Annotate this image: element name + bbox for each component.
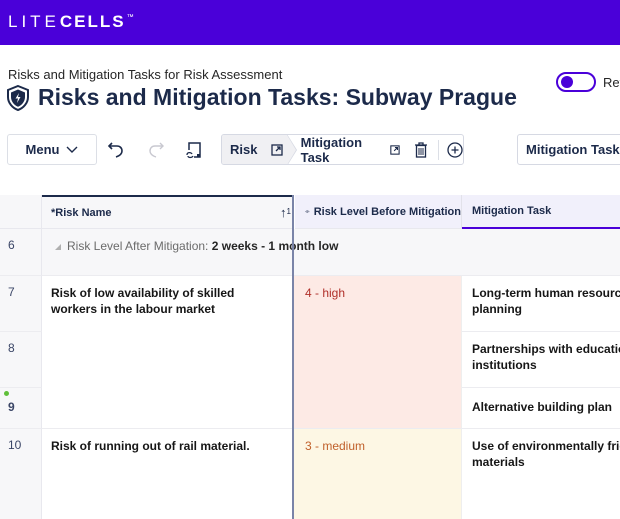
risk-name-cell[interactable]: Risk of low availability of skilled work… xyxy=(42,276,292,429)
breadcrumb-risk-label: Risk xyxy=(230,142,258,157)
risk-level-cell[interactable]: 4 - high xyxy=(294,276,462,429)
row-number[interactable]: 10 xyxy=(0,429,42,519)
add-button[interactable] xyxy=(447,141,463,158)
toolbar: Menu Risk Mitigation Task Mitigation Tas… xyxy=(0,134,620,165)
frozen-column-divider[interactable] xyxy=(292,195,294,519)
toggle-knob xyxy=(561,76,573,88)
chevron-down-icon xyxy=(66,146,78,153)
task-text: institutions xyxy=(472,358,537,372)
row-number[interactable]: 8 xyxy=(0,332,42,388)
column-header-mitigation-task[interactable]: Mitigation Task xyxy=(462,195,620,229)
mitigation-task-cell[interactable]: Alternative building plan xyxy=(462,388,620,429)
sort-order-number: 1 xyxy=(286,207,291,216)
collapse-triangle-icon[interactable] xyxy=(55,244,61,250)
status-dot xyxy=(4,391,9,396)
task-text: Alternative building plan xyxy=(472,400,613,414)
open-external-icon[interactable] xyxy=(271,143,284,156)
group-row-value: 2 weeks - 1 month low xyxy=(211,239,339,253)
review-toggle[interactable] xyxy=(556,72,596,92)
mitigation-task-cell[interactable]: Long-term human resources planning xyxy=(462,276,620,332)
eye-icon xyxy=(305,210,310,213)
sync-button[interactable] xyxy=(182,138,206,162)
task-text: Use of environmentally frien xyxy=(472,439,620,453)
column-header-risk-name[interactable]: *Risk Name ↑ 1 xyxy=(42,195,293,229)
redo-icon xyxy=(149,142,164,158)
mitigation-task-cell[interactable]: Use of environmentally frien materials xyxy=(462,429,620,519)
column-header-risk-name-label: *Risk Name xyxy=(51,206,112,219)
review-toggle-label: Rev xyxy=(603,74,620,90)
group-row[interactable]: Risk Level After Mitigation: 2 weeks - 1… xyxy=(42,229,620,276)
review-toggle-group: Rev xyxy=(556,72,620,92)
sort-ascending-icon[interactable]: ↑ 1 xyxy=(280,205,291,220)
mitigation-task-select-label: Mitigation Task: xyxy=(526,142,620,157)
breadcrumb-task-label: Mitigation Task xyxy=(300,134,363,165)
task-text: Partnerships with education xyxy=(472,342,620,356)
row-number-header xyxy=(0,195,42,229)
task-text: planning xyxy=(472,302,522,316)
shield-lightning-icon xyxy=(7,84,29,111)
menu-button[interactable]: Menu xyxy=(7,134,97,165)
column-header-risk-level-before-label: Risk Level Before Mitigation xyxy=(313,205,461,218)
plus-circle-icon xyxy=(447,141,463,158)
risk-level-cell[interactable]: 3 - medium xyxy=(294,429,462,519)
page-title: Risks and Mitigation Tasks: Subway Pragu… xyxy=(38,84,517,110)
trash-icon xyxy=(415,141,428,158)
risk-name-cell[interactable]: Risk of running out of rail material. xyxy=(42,429,292,519)
column-header-risk-level-before[interactable]: Risk Level Before Mitigation xyxy=(295,195,462,229)
row-number[interactable]: 6 xyxy=(0,229,42,276)
row-number-label: 9 xyxy=(8,400,15,414)
page-title-row: Risks and Mitigation Tasks: Subway Pragu… xyxy=(6,84,517,111)
logo-cells-text: CELLS xyxy=(59,12,126,31)
top-bar: LITE CELLS ™ xyxy=(0,0,620,45)
mitigation-task-cell[interactable]: Partnerships with education institutions xyxy=(462,332,620,388)
logo-trademark: ™ xyxy=(126,14,134,21)
breadcrumb: Risk Mitigation Task xyxy=(221,134,464,165)
breadcrumb-mitigation-task[interactable]: Mitigation Task xyxy=(287,135,401,164)
sync-icon xyxy=(186,142,201,159)
open-external-icon[interactable] xyxy=(390,144,400,156)
undo-button[interactable] xyxy=(104,138,128,162)
data-grid: *Risk Name ↑ 1 Risk Level Before Mitigati… xyxy=(0,195,620,519)
menu-button-label: Menu xyxy=(25,142,60,157)
column-header-mitigation-task-label: Mitigation Task xyxy=(472,205,552,217)
task-text: materials xyxy=(472,455,525,469)
logo-lite-text: LITE xyxy=(8,12,60,31)
breadcrumb-risk[interactable]: Risk xyxy=(222,135,297,164)
breadcrumb-divider xyxy=(438,139,439,160)
litecells-logo[interactable]: LITE CELLS ™ xyxy=(8,12,134,32)
delete-button[interactable] xyxy=(414,141,428,158)
page-subtitle: Risks and Mitigation Tasks for Risk Asse… xyxy=(8,67,283,82)
task-text: Long-term human resources xyxy=(472,286,620,300)
undo-icon xyxy=(107,142,123,158)
redo-button[interactable] xyxy=(144,138,168,162)
mitigation-task-select[interactable]: Mitigation Task: xyxy=(517,134,620,165)
row-number[interactable]: 7 xyxy=(0,276,42,332)
group-row-label: Risk Level After Mitigation: xyxy=(67,239,212,253)
row-number[interactable]: 9 xyxy=(0,388,42,429)
